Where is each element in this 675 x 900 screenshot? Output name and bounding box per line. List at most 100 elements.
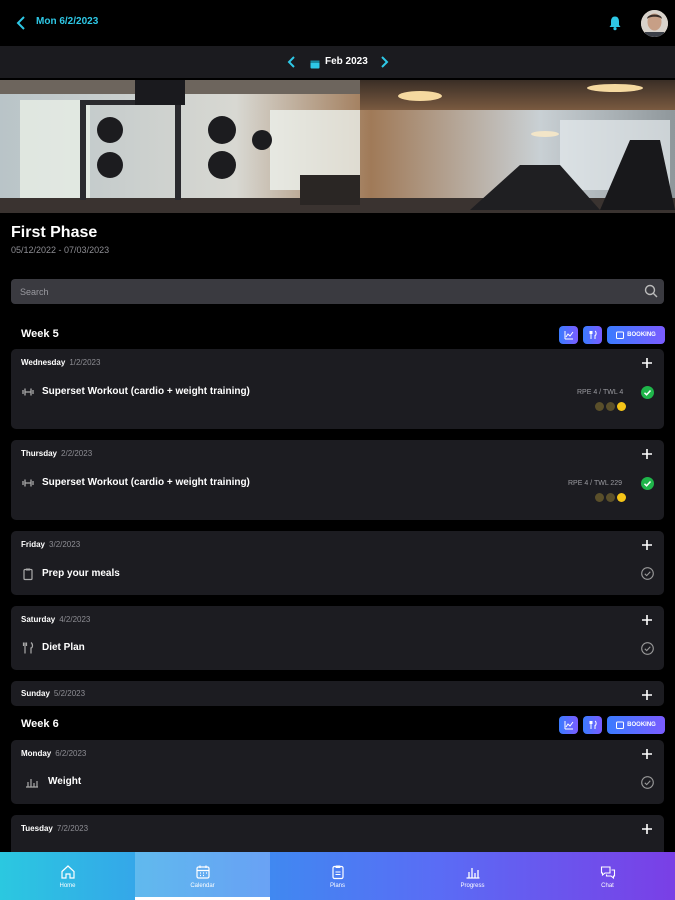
add-icon[interactable]: [641, 747, 653, 759]
current-date-title: Mon 6/2/2023: [36, 16, 99, 27]
task-title[interactable]: Weight: [48, 776, 81, 787]
meal-button[interactable]: [583, 716, 602, 734]
dumbbell-icon: [21, 385, 35, 399]
day-card[interactable]: Monday 6/2/2023 Weight: [11, 740, 664, 804]
mood-dot: [595, 402, 604, 411]
day-date: 4/2/2023: [59, 615, 91, 624]
mood-dot: [595, 493, 604, 502]
booking-label: BOOKING: [627, 722, 656, 728]
chat-icon: [600, 865, 615, 879]
calendar-icon: [616, 721, 625, 729]
incomplete-check-icon[interactable]: [641, 642, 654, 655]
next-month-icon[interactable]: [378, 55, 390, 69]
nav-label: Home: [59, 882, 76, 889]
clipboard-icon: [331, 865, 344, 879]
workout-title[interactable]: Superset Workout (cardio + weight traini…: [42, 477, 250, 488]
gym-hero-image: [0, 80, 675, 213]
meal-button[interactable]: [583, 326, 602, 344]
day-card[interactable]: Thursday 2/2/2023 Superset Workout (cardi…: [11, 440, 664, 520]
mood-indicators: [595, 402, 626, 411]
clipboard-icon: [21, 567, 35, 581]
calendar-icon: [616, 331, 625, 339]
mood-dot: [606, 402, 615, 411]
nav-plans[interactable]: Plans: [270, 852, 405, 900]
cutlery-icon: [589, 330, 597, 339]
back-arrow-icon[interactable]: [12, 14, 30, 32]
chart-button[interactable]: [559, 716, 578, 734]
day-date: 3/2/2023: [49, 540, 81, 549]
user-avatar[interactable]: [641, 10, 668, 37]
add-icon[interactable]: [641, 356, 653, 368]
phase-title: First Phase: [11, 224, 98, 241]
nav-label: Progress: [460, 882, 485, 889]
smiley-icon: [617, 402, 626, 411]
cutlery-icon: [21, 641, 35, 655]
day-card[interactable]: Saturday 4/2/2023 Diet Plan: [11, 606, 664, 670]
day-name: Monday 6/2/2023: [21, 749, 87, 758]
chart-icon: [564, 721, 573, 730]
smiley-icon: [617, 493, 626, 502]
bar-chart-icon: [25, 775, 39, 789]
incomplete-check-icon[interactable]: [641, 567, 654, 580]
completed-check-icon[interactable]: [641, 386, 654, 399]
search-bar: [11, 279, 664, 304]
mood-dot: [606, 493, 615, 502]
calendar-icon: [195, 865, 210, 879]
add-icon[interactable]: [641, 447, 653, 459]
nav-progress[interactable]: Progress: [405, 852, 540, 900]
day-name: Saturday 4/2/2023: [21, 615, 91, 624]
day-date: 1/2/2023: [69, 358, 101, 367]
notification-bell-icon[interactable]: [607, 15, 623, 31]
day-card[interactable]: Sunday 5/2/2023: [11, 681, 664, 706]
phase-dates: 05/12/2022 - 07/03/2023: [11, 245, 110, 255]
workout-title[interactable]: Superset Workout (cardio + weight traini…: [42, 386, 250, 397]
calendar-icon: [310, 56, 320, 69]
month-selector: Feb 2023: [0, 46, 675, 78]
day-date: 7/2/2023: [56, 824, 89, 833]
previous-month-icon[interactable]: [286, 55, 298, 69]
day-name: Friday 3/2/2023: [21, 540, 81, 549]
add-icon[interactable]: [641, 538, 653, 550]
day-name: Wednesday 1/2/2023: [21, 358, 101, 367]
chart-icon: [564, 331, 573, 340]
chart-button[interactable]: [559, 326, 578, 344]
add-icon[interactable]: [641, 613, 653, 625]
task-title[interactable]: Prep your meals: [42, 568, 120, 579]
day-name: Sunday 5/2/2023: [21, 689, 86, 698]
bar-chart-icon: [466, 867, 479, 879]
week-label: Week 6: [21, 718, 59, 730]
cutlery-icon: [589, 720, 597, 729]
rpe-text: RPE 4 / TWL 4: [577, 389, 624, 396]
home-icon: [60, 864, 75, 879]
day-card[interactable]: Friday 3/2/2023 Prep your meals: [11, 531, 664, 595]
booking-label: BOOKING: [627, 332, 656, 338]
rpe-text: RPE 4 / TWL 229: [568, 480, 623, 487]
day-name: Thursday 2/2/2023: [21, 449, 93, 458]
nav-calendar[interactable]: Calendar: [135, 852, 270, 900]
week-label: Week 5: [21, 328, 59, 340]
booking-button[interactable]: BOOKING: [607, 326, 665, 344]
nav-label: Plans: [329, 882, 345, 889]
nav-label: Calendar: [190, 882, 215, 889]
nav-label: Chat: [601, 882, 614, 889]
bottom-navigation: Home Calendar Plans Progress Chat: [0, 852, 675, 900]
week-header: Week 6 BOOKING: [11, 716, 665, 734]
completed-check-icon[interactable]: [641, 477, 654, 490]
booking-button[interactable]: BOOKING: [607, 716, 665, 734]
month-label[interactable]: Feb 2023: [325, 56, 368, 67]
search-input[interactable]: [11, 279, 631, 304]
nav-home[interactable]: Home: [0, 852, 135, 900]
search-icon[interactable]: [644, 284, 658, 298]
dumbbell-icon: [21, 476, 35, 490]
task-title[interactable]: Diet Plan: [42, 642, 85, 653]
add-icon[interactable]: [641, 822, 653, 834]
day-card[interactable]: Wednesday 1/2/2023 Superset Workout (card…: [11, 349, 664, 429]
day-name: Tuesday 7/2/2023: [21, 824, 89, 833]
top-bar: Mon 6/2/2023: [0, 0, 675, 46]
week-header: Week 5 BOOKING: [11, 326, 665, 344]
day-date: 6/2/2023: [55, 749, 87, 758]
incomplete-check-icon[interactable]: [641, 776, 654, 789]
add-icon[interactable]: [641, 688, 653, 700]
day-date: 2/2/2023: [61, 449, 93, 458]
nav-chat[interactable]: Chat: [540, 852, 675, 900]
